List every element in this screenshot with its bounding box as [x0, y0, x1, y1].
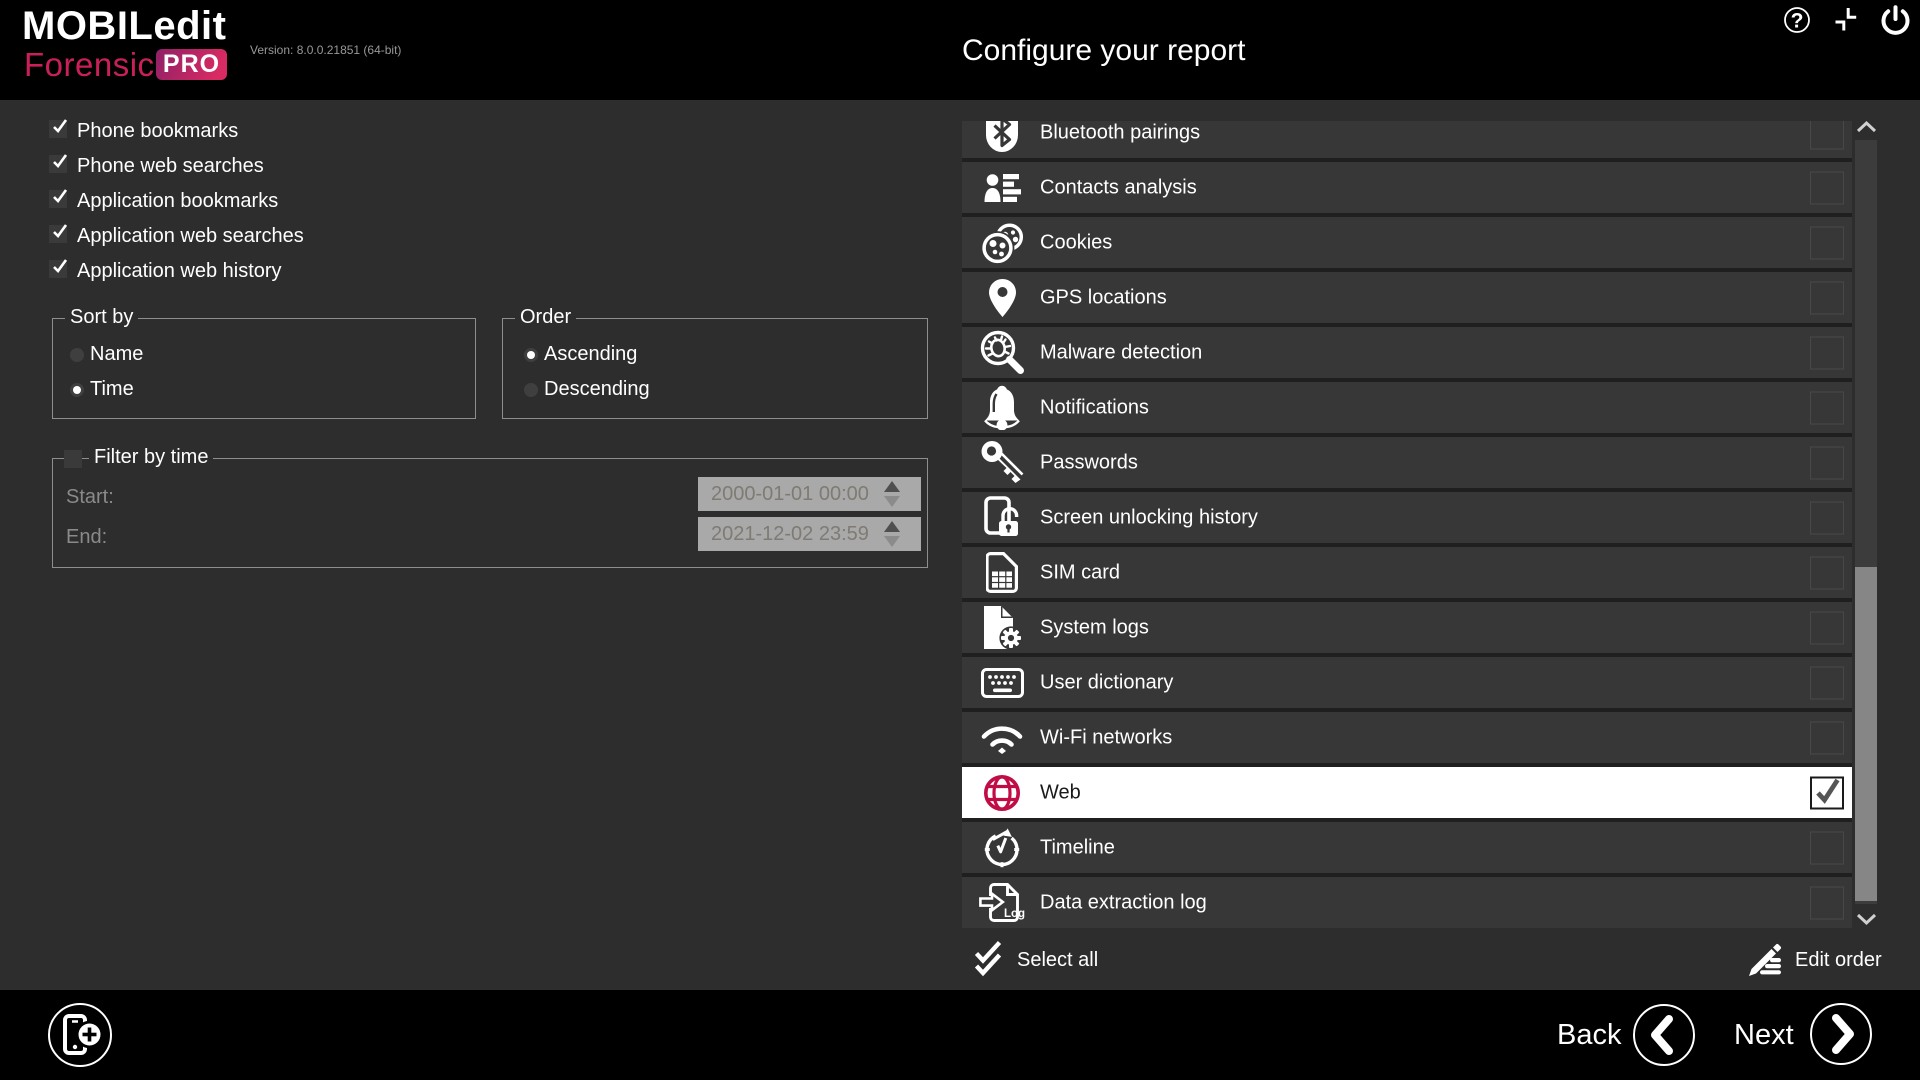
svg-text:?: ?: [1791, 10, 1804, 33]
svg-text:Log: Log: [1004, 908, 1025, 920]
